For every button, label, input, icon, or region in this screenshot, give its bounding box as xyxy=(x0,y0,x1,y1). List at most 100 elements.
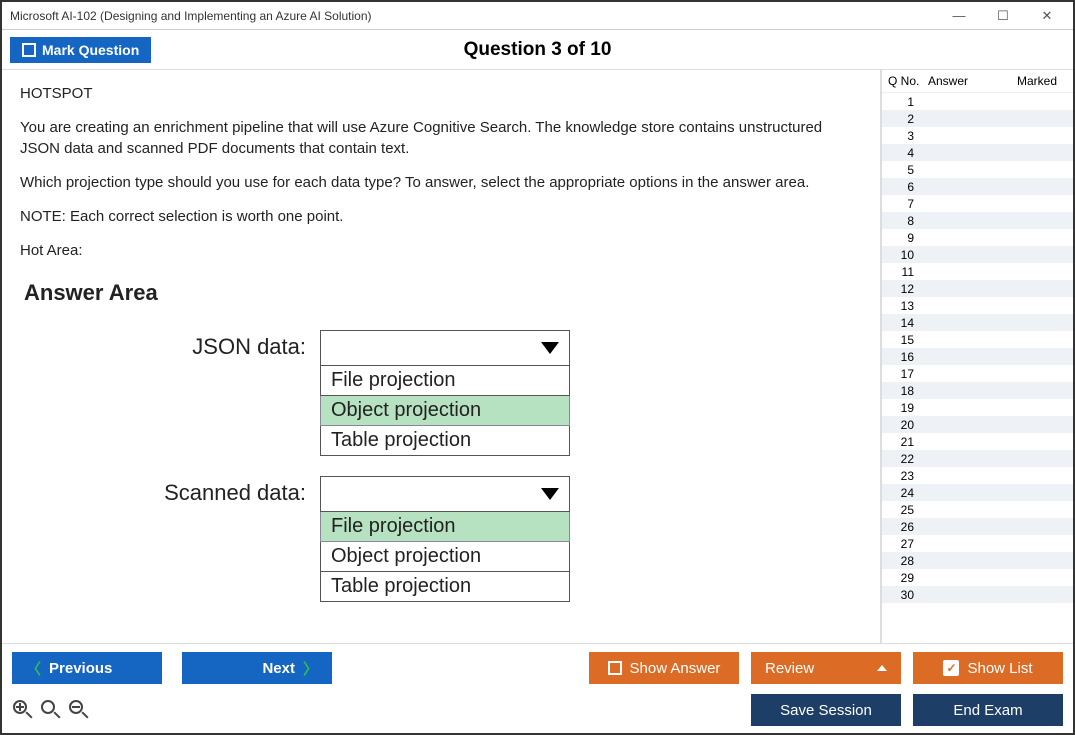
question-number: 20 xyxy=(888,418,928,432)
question-number: 13 xyxy=(888,299,928,313)
question-number: 1 xyxy=(888,95,928,109)
next-label: Next xyxy=(262,660,295,677)
hotspot-dropdown[interactable] xyxy=(320,330,570,366)
question-p3: NOTE: Each correct selection is worth on… xyxy=(20,207,862,227)
previous-label: Previous xyxy=(49,660,112,677)
question-number: 21 xyxy=(888,435,928,449)
question-list-row[interactable]: 27 xyxy=(882,535,1073,552)
question-list-row[interactable]: 14 xyxy=(882,314,1073,331)
footer-row-2: Save Session End Exam xyxy=(12,694,1063,726)
question-number: 4 xyxy=(888,146,928,160)
zoom-in-icon[interactable] xyxy=(12,699,34,721)
qlist-header-answer: Answer xyxy=(928,74,1017,88)
question-number: 24 xyxy=(888,486,928,500)
checkbox-icon xyxy=(608,661,622,675)
save-session-button[interactable]: Save Session xyxy=(751,694,901,726)
question-number: 18 xyxy=(888,384,928,398)
question-list-row[interactable]: 22 xyxy=(882,450,1073,467)
question-number: 5 xyxy=(888,163,928,177)
question-list-row[interactable]: 7 xyxy=(882,195,1073,212)
question-list-row[interactable]: 19 xyxy=(882,399,1073,416)
hotspot-label: Scanned data: xyxy=(20,476,320,506)
review-button[interactable]: Review xyxy=(751,652,901,684)
question-number: 30 xyxy=(888,588,928,602)
checkbox-icon xyxy=(22,43,36,57)
main-body: HOTSPOT You are creating an enrichment p… xyxy=(2,70,1073,643)
question-list-row[interactable]: 10 xyxy=(882,246,1073,263)
question-list-row[interactable]: 13 xyxy=(882,297,1073,314)
zoom-out-icon[interactable] xyxy=(68,699,90,721)
hotspot-options: File projectionObject projectionTable pr… xyxy=(320,476,570,602)
toolbar: Mark Question Question 3 of 10 xyxy=(2,30,1073,70)
question-list-row[interactable]: 12 xyxy=(882,280,1073,297)
question-list-row[interactable]: 5 xyxy=(882,161,1073,178)
app-window: Microsoft AI-102 (Designing and Implemen… xyxy=(0,0,1075,735)
show-list-button[interactable]: ✓ Show List xyxy=(913,652,1063,684)
footer: 〈 Previous Next 〉 Show Answer Review ✓ S… xyxy=(2,643,1073,733)
question-list-row[interactable]: 26 xyxy=(882,518,1073,535)
question-list-row[interactable]: 21 xyxy=(882,433,1073,450)
show-list-label: Show List xyxy=(967,660,1032,677)
triangle-down-icon xyxy=(541,488,559,500)
question-number: 28 xyxy=(888,554,928,568)
save-session-label: Save Session xyxy=(780,702,872,719)
question-list-row[interactable]: 4 xyxy=(882,144,1073,161)
question-list-row[interactable]: 20 xyxy=(882,416,1073,433)
hotspot-option[interactable]: Table projection xyxy=(320,426,570,456)
hotspot-dropdown[interactable] xyxy=(320,476,570,512)
question-list-row[interactable]: 24 xyxy=(882,484,1073,501)
mark-question-button[interactable]: Mark Question xyxy=(10,37,151,63)
question-list-row[interactable]: 15 xyxy=(882,331,1073,348)
question-list-row[interactable]: 3 xyxy=(882,127,1073,144)
question-scroll[interactable]: HOTSPOT You are creating an enrichment p… xyxy=(2,70,880,643)
question-number: 25 xyxy=(888,503,928,517)
question-list-row[interactable]: 11 xyxy=(882,263,1073,280)
end-exam-button[interactable]: End Exam xyxy=(913,694,1063,726)
mark-question-label: Mark Question xyxy=(42,42,139,58)
triangle-up-icon xyxy=(877,665,887,671)
next-button[interactable]: Next 〉 xyxy=(182,652,332,684)
answer-area-heading: Answer Area xyxy=(24,280,862,306)
hotspot-option[interactable]: Object projection xyxy=(320,396,570,426)
question-list-row[interactable]: 25 xyxy=(882,501,1073,518)
question-number: 15 xyxy=(888,333,928,347)
titlebar: Microsoft AI-102 (Designing and Implemen… xyxy=(2,2,1073,30)
hotspot-option[interactable]: Table projection xyxy=(320,572,570,602)
question-list-row[interactable]: 18 xyxy=(882,382,1073,399)
question-list-row[interactable]: 16 xyxy=(882,348,1073,365)
checkmark-icon: ✓ xyxy=(943,660,959,676)
show-answer-button[interactable]: Show Answer xyxy=(589,652,739,684)
close-button[interactable]: ✕ xyxy=(1029,6,1065,26)
question-list-row[interactable]: 9 xyxy=(882,229,1073,246)
previous-button[interactable]: 〈 Previous xyxy=(12,652,162,684)
show-answer-label: Show Answer xyxy=(630,660,721,677)
end-exam-label: End Exam xyxy=(953,702,1022,719)
question-p1: You are creating an enrichment pipeline … xyxy=(20,118,862,159)
zoom-reset-icon[interactable] xyxy=(40,699,62,721)
maximize-button[interactable]: ☐ xyxy=(985,6,1021,26)
question-list-row[interactable]: 29 xyxy=(882,569,1073,586)
window-controls: — ☐ ✕ xyxy=(941,6,1065,26)
review-label: Review xyxy=(765,660,814,677)
question-list-row[interactable]: 17 xyxy=(882,365,1073,382)
hotspot-option[interactable]: File projection xyxy=(320,366,570,396)
question-heading: HOTSPOT xyxy=(20,84,862,104)
question-number: 17 xyxy=(888,367,928,381)
question-number: 26 xyxy=(888,520,928,534)
question-list-body[interactable]: 1234567891011121314151617181920212223242… xyxy=(882,93,1073,643)
hotspot-option[interactable]: File projection xyxy=(320,512,570,542)
question-number: 3 xyxy=(888,129,928,143)
triangle-down-icon xyxy=(541,342,559,354)
question-list-row[interactable]: 8 xyxy=(882,212,1073,229)
question-list-panel: Q No. Answer Marked 12345678910111213141… xyxy=(881,70,1073,643)
question-list-row[interactable]: 2 xyxy=(882,110,1073,127)
hotspot-option[interactable]: Object projection xyxy=(320,542,570,572)
question-list-row[interactable]: 1 xyxy=(882,93,1073,110)
question-list-row[interactable]: 23 xyxy=(882,467,1073,484)
question-list-row[interactable]: 28 xyxy=(882,552,1073,569)
question-p4: Hot Area: xyxy=(20,241,862,261)
question-list-row[interactable]: 6 xyxy=(882,178,1073,195)
question-number: 27 xyxy=(888,537,928,551)
minimize-button[interactable]: — xyxy=(941,6,977,26)
question-list-row[interactable]: 30 xyxy=(882,586,1073,603)
